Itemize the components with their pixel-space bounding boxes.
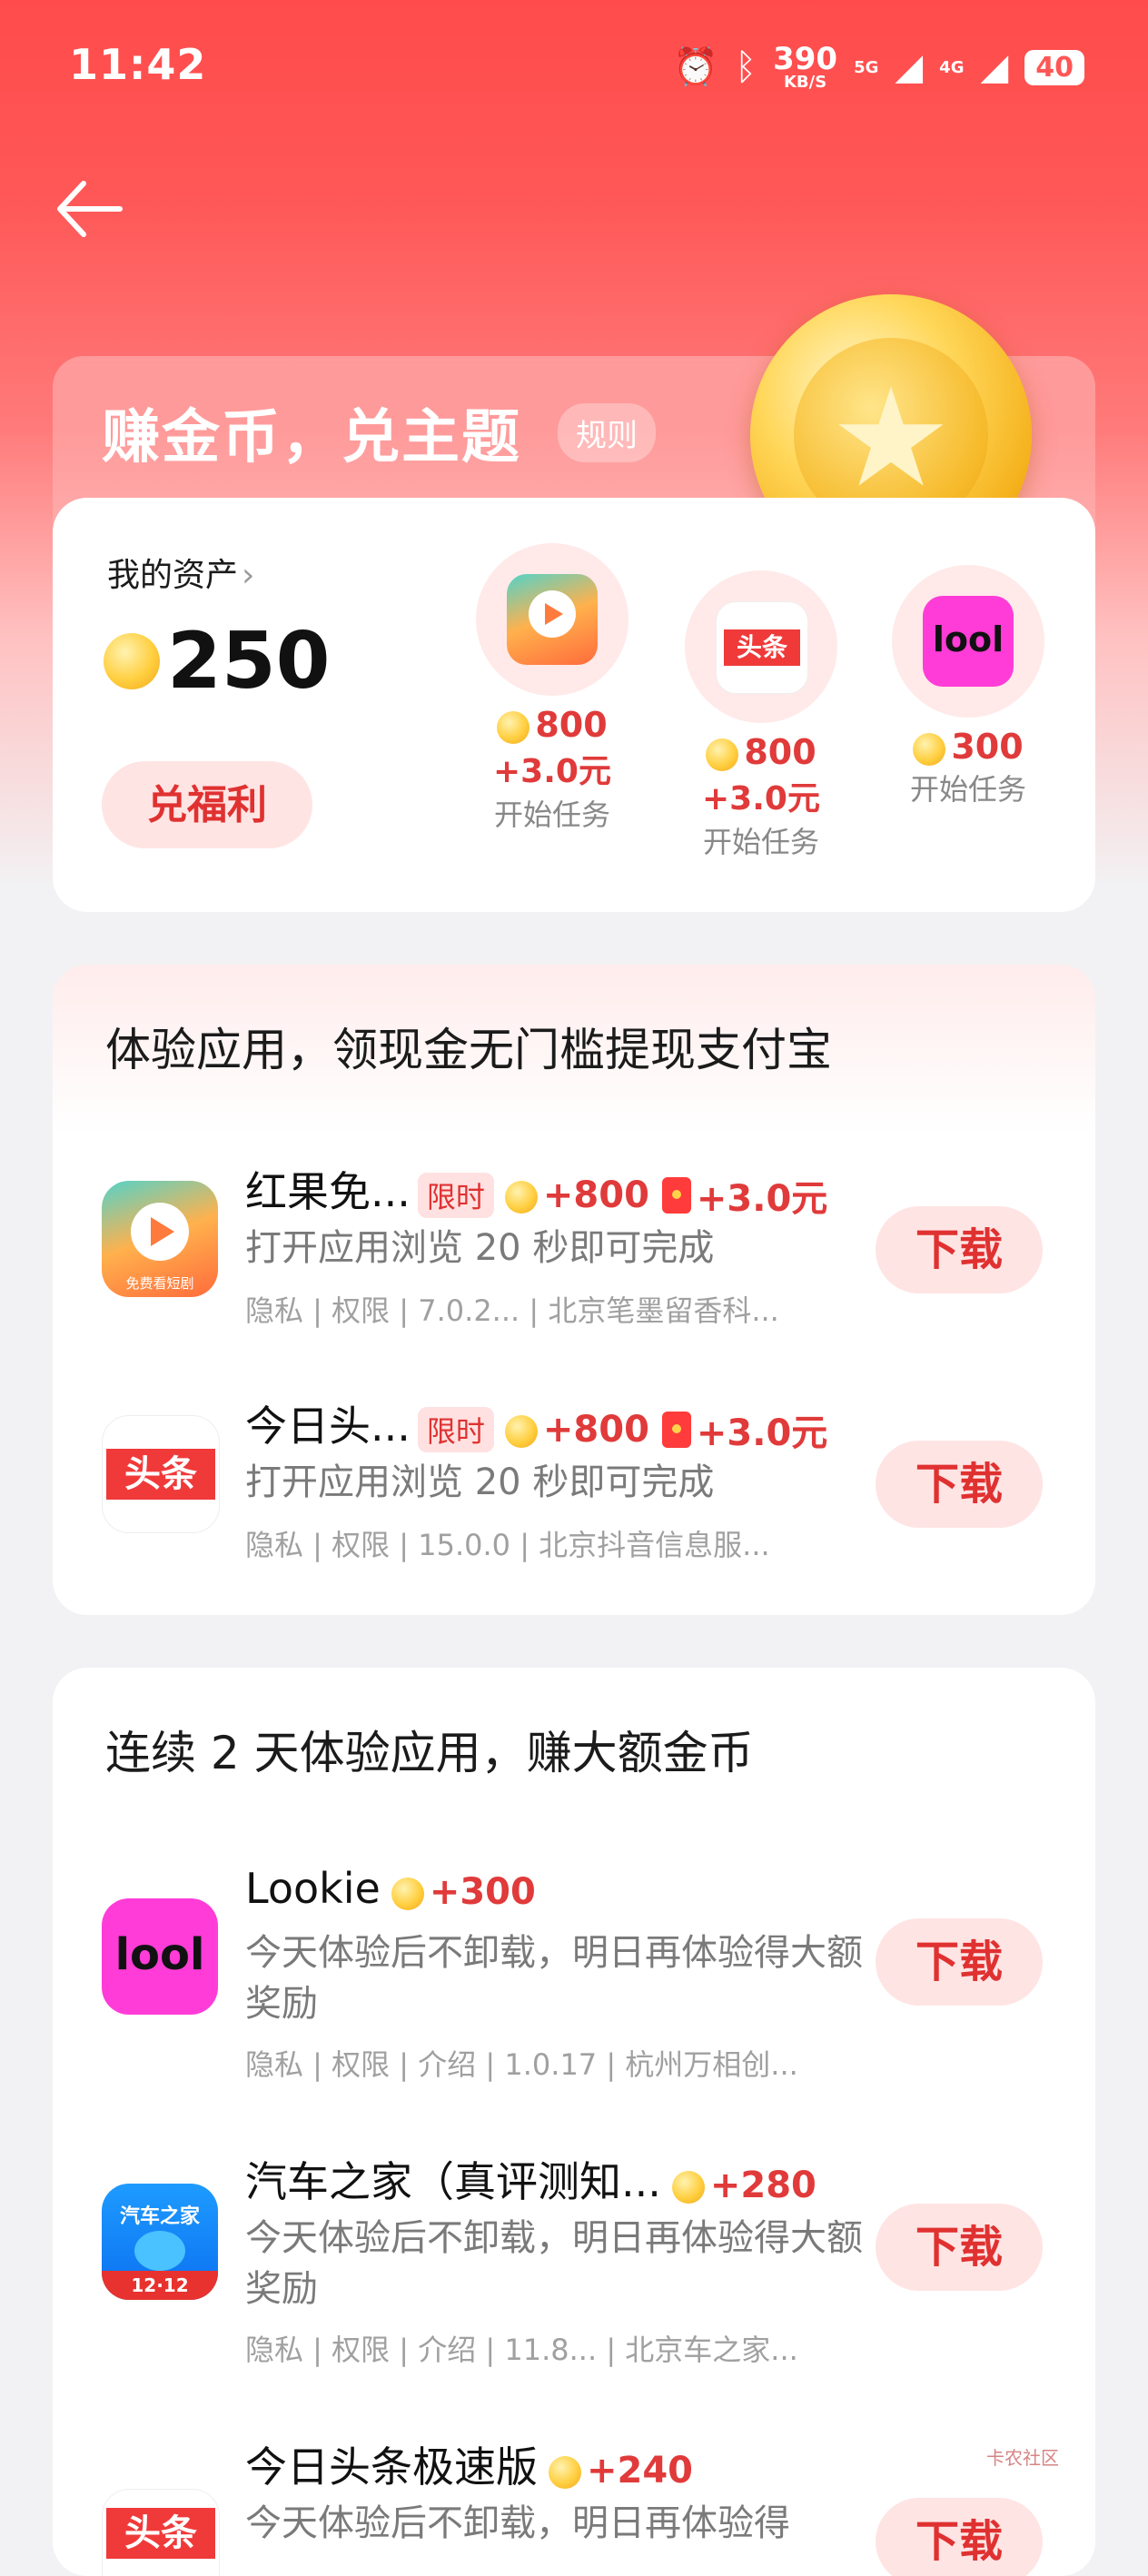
app-meta[interactable]: 隐私 | 权限 | 15.0.0 | 北京抖音信息服... <box>245 1522 770 1564</box>
coin-icon <box>913 732 946 766</box>
coin-icon <box>671 2170 705 2204</box>
app-desc: 今天体验后不卸载，明日再体验得大额奖励 <box>245 2217 863 2310</box>
signal-icon-2: ◢ <box>980 46 1009 88</box>
list-item[interactable]: 头条 今日头... 限时 +800 +3.0元 打开应用浏览 20 秒即可完成 隐私 … <box>53 1393 1095 1611</box>
coin-icon <box>549 2455 581 2489</box>
task-lookie[interactable]: lool 300 开始任务 <box>886 565 1050 808</box>
my-assets-link[interactable]: 我的资产 › <box>107 549 254 596</box>
assets-card: 我的资产 › 250 兑福利 800 +3.0元 开始任务 头条 800 +3.0… <box>53 498 1095 912</box>
experience-section: 体验应用，领现金无门槛提现支付宝 免费看短剧 红果免... 限时 +800 +3.0元… <box>53 965 1095 1615</box>
list-item[interactable]: 头条 今日头条极速版 +240 今天体验后不卸载，明日再体验得 下载 <box>53 2434 1095 2576</box>
app-name: Lookie <box>245 1864 381 1913</box>
coin-icon <box>706 738 739 771</box>
lookie-icon: lool <box>923 596 1014 687</box>
two-day-section: 连续 2 天体验应用，赚大额金币 lool Lookie +300 今天体验后不卸… <box>53 1668 1095 2576</box>
limited-badge: 限时 <box>417 1406 494 1452</box>
coin-icon <box>391 1877 424 1910</box>
coin-icon <box>497 710 530 744</box>
chevron-right-icon: › <box>242 557 255 594</box>
section-title: 体验应用，领现金无门槛提现支付宝 <box>105 1024 832 1076</box>
section-title: 连续 2 天体验应用，赚大额金币 <box>105 1727 754 1779</box>
net-5g-label: 5G <box>854 57 879 77</box>
alarm-icon: ⏰ <box>673 46 719 88</box>
toutiao-icon: 头条 <box>716 601 808 694</box>
download-button[interactable]: 下载 <box>876 1441 1043 1528</box>
coin-icon <box>104 633 160 689</box>
task-toutiao[interactable]: 头条 800 +3.0元 开始任务 <box>679 570 843 861</box>
red-envelope-icon <box>661 1411 691 1448</box>
status-time: 11:42 <box>69 40 207 89</box>
hongguo-icon: 免费看短剧 <box>102 1181 218 1297</box>
net-4g-label: 4G <box>939 57 965 77</box>
lookie-icon: lool <box>102 1898 218 2015</box>
toutiao-icon: 头条 <box>102 2489 220 2576</box>
app-desc: 今天体验后不卸载，明日再体验得 <box>245 2502 790 2544</box>
app-name: 今日头条极速版 <box>245 2442 538 2492</box>
download-button[interactable]: 下载 <box>876 2498 1043 2576</box>
download-button[interactable]: 下载 <box>876 1206 1043 1293</box>
task-hongguo[interactable]: 800 +3.0元 开始任务 <box>470 543 634 834</box>
signal-icon: ◢ <box>895 46 924 88</box>
bluetooth-icon: ᛒ <box>735 46 757 88</box>
hongguo-icon <box>507 574 598 665</box>
limited-badge: 限时 <box>417 1172 494 1218</box>
app-name: 汽车之家（真评测知... <box>245 2157 661 2206</box>
list-item[interactable]: 免费看短剧 红果免... 限时 +800 +3.0元 打开应用浏览 20 秒即可完成 … <box>53 1159 1095 1377</box>
app-meta[interactable]: 隐私 | 权限 | 介绍 | 11.8... | 北京车之家... <box>245 2327 798 2369</box>
red-envelope-icon <box>661 1176 691 1214</box>
coin-balance: 250 <box>104 616 331 707</box>
status-icons: ⏰ ᛒ 390 KB/S 5G ◢ 4G ◢ 40 <box>673 44 1084 91</box>
coin-icon <box>504 1414 538 1448</box>
watermark: 卡农社区 <box>986 2447 1059 2469</box>
qiche-icon: 汽车之家 12·12 <box>102 2184 218 2300</box>
app-meta[interactable]: 隐私 | 权限 | 介绍 | 1.0.17 | 杭州万相创... <box>245 2042 798 2084</box>
battery-icon: 40 <box>1024 49 1084 85</box>
net-speed: 390 KB/S <box>773 41 838 92</box>
coin-icon <box>504 1180 538 1214</box>
download-button[interactable]: 下载 <box>876 2204 1043 2291</box>
redeem-button[interactable]: 兑福利 <box>102 761 312 848</box>
app-desc: 打开应用浏览 20 秒即可完成 <box>245 1461 715 1503</box>
app-desc: 打开应用浏览 20 秒即可完成 <box>245 1227 715 1269</box>
app-name: 红果免... <box>245 1167 411 1216</box>
status-bar: 11:42 ⏰ ᛒ 390 KB/S 5G ◢ 4G ◢ 40 <box>0 0 1148 136</box>
app-meta[interactable]: 隐私 | 权限 | 7.0.2... | 北京笔墨留香科... <box>245 1288 779 1330</box>
download-button[interactable]: 下载 <box>876 1918 1043 2006</box>
page-title: 赚金币，兑主题 <box>102 404 521 471</box>
list-item[interactable]: lool Lookie +300 今天体验后不卸载，明日再体验得大额奖励 隐私 |… <box>53 1864 1095 2136</box>
toutiao-icon: 头条 <box>102 1415 220 1533</box>
list-item[interactable]: 汽车之家 12·12 汽车之家（真评测知... +280 今天体验后不卸载，明日再… <box>53 2149 1095 2422</box>
app-name: 今日头... <box>245 1402 411 1451</box>
app-desc: 今天体验后不卸载，明日再体验得大额奖励 <box>245 1932 863 2025</box>
rules-button[interactable]: 规则 <box>558 403 656 462</box>
back-arrow-icon[interactable] <box>53 173 125 245</box>
